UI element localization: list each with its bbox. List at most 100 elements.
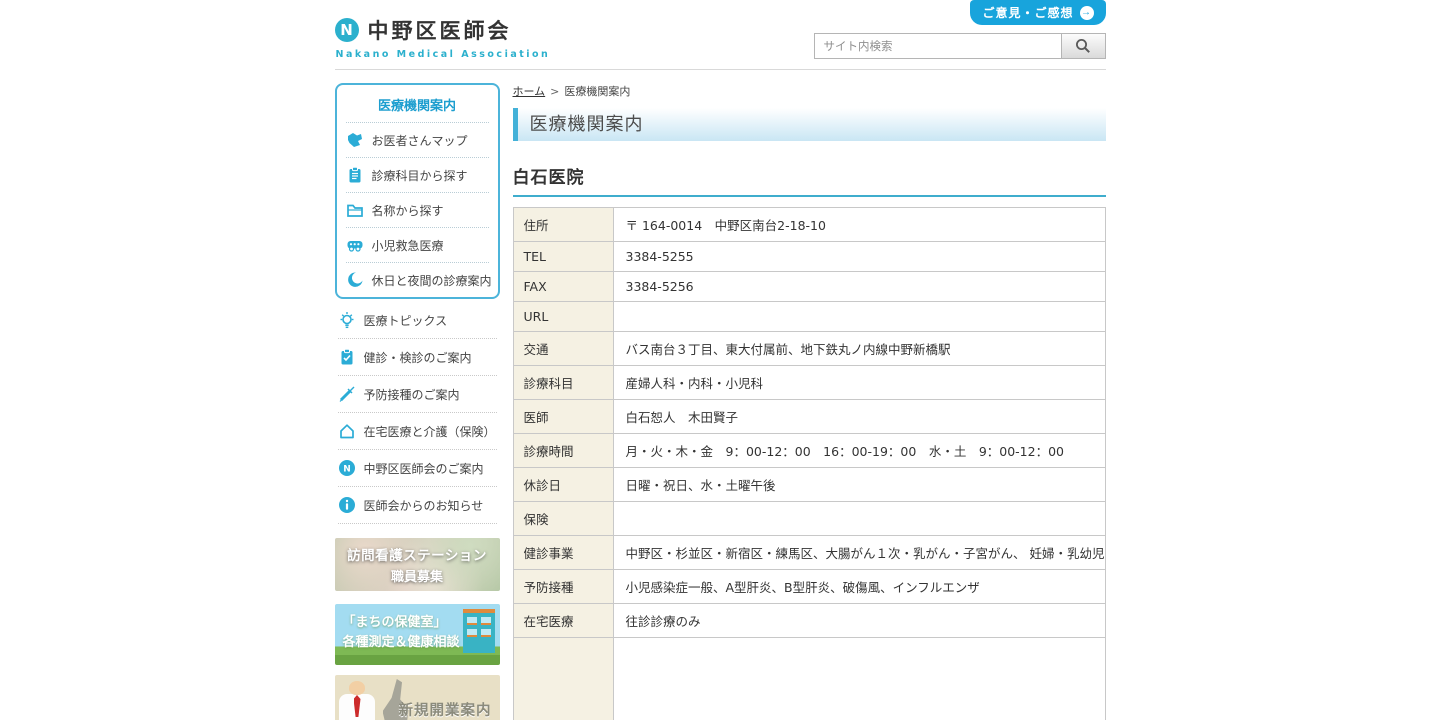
row-label: 在宅医療 [513, 604, 613, 638]
search-icon [1074, 37, 1092, 55]
banner-text: 職員募集 [391, 566, 443, 585]
sidebar-menu-header[interactable]: 医療機関案内 [346, 85, 489, 123]
doctor-illustration [349, 681, 365, 695]
table-row: 健診事業 中野区・杉並区・新宿区・練馬区、大腸がん１次・乳がん・子宮がん、 妊婦… [513, 536, 1105, 570]
main-content: ホーム>医療機関案内 医療機関案内 白石医院 住所 〒 164-0014 中野区… [513, 70, 1106, 720]
sidebar-item-health-checkup[interactable]: 健診・検診のご案内 [338, 339, 497, 376]
banner-visiting-nurse-recruiting[interactable]: 訪問看護ステーション 職員募集 [335, 538, 500, 591]
sidebar-item-label: 中野区医師会のご案内 [364, 460, 484, 477]
map-icon [346, 131, 364, 149]
syringe-icon [338, 385, 356, 403]
banner-new-practice-guide[interactable]: 新規開業案内 [335, 675, 500, 720]
page-title: 医療機関案内 [513, 108, 1106, 141]
row-value: 月・火・木・金 9：00-12：00 16：00-19：00 水・土 9：00-… [613, 434, 1105, 468]
row-label: TEL [513, 242, 613, 272]
banner-text: 各種測定＆健康相談 [343, 633, 460, 653]
table-row: 医師 白石恕人 木田賢子 [513, 400, 1105, 434]
table-row: 住所 〒 164-0014 中野区南台2-18-10 [513, 208, 1105, 242]
row-label: FAX [513, 272, 613, 302]
table-row [513, 638, 1105, 720]
table-row: FAX 3384-5256 [513, 272, 1105, 302]
row-label: 医師 [513, 400, 613, 434]
table-row: 予防接種 小児感染症一般、A型肝炎、B型肝炎、破傷風、インフルエンザ [513, 570, 1105, 604]
row-label: 保険 [513, 502, 613, 536]
table-row: 在宅医療 往診診療のみ [513, 604, 1105, 638]
sidebar-item-doctor-map[interactable]: お医者さんマップ [346, 123, 489, 158]
row-value [613, 302, 1105, 332]
row-label: 診療時間 [513, 434, 613, 468]
search-button[interactable] [1061, 34, 1105, 58]
row-label: 健診事業 [513, 536, 613, 570]
breadcrumb: ホーム > 医療機関案内 [513, 83, 1106, 99]
banner-text: 「まちの保健室」 [343, 613, 460, 633]
row-value: バス南台３丁目、東大付属前、地下鉄丸ノ内線中野新橋駅 [613, 332, 1105, 366]
folder-icon [346, 201, 364, 219]
lightbulb-icon [338, 311, 356, 329]
feedback-button[interactable]: ご意見・ご感想 → [970, 0, 1105, 25]
sidebar-item-association-news[interactable]: 医師会からのお知らせ [338, 487, 497, 524]
info-icon [338, 496, 356, 514]
row-value: 小児感染症一般、A型肝炎、B型肝炎、破傷風、インフルエンザ [613, 570, 1105, 604]
row-value: 白石恕人 木田賢子 [613, 400, 1105, 434]
sidebar-item-label: お医者さんマップ [372, 132, 468, 149]
row-label: 休診日 [513, 468, 613, 502]
breadcrumb-current: 医療機関案内 [564, 85, 630, 98]
sidebar-item-search-by-department[interactable]: 診療科目から探す [346, 158, 489, 193]
sidebar-item-label: 予防接種のご案内 [364, 386, 460, 403]
row-value: 3384-5256 [613, 272, 1105, 302]
table-row: TEL 3384-5255 [513, 242, 1105, 272]
table-row: 保険 [513, 502, 1105, 536]
sidebar-item-label: 医療トピックス [364, 312, 448, 329]
sidebar-item-pediatric-emergency[interactable]: 小児救急医療 [346, 228, 489, 263]
row-label [513, 638, 613, 720]
table-row: URL [513, 302, 1105, 332]
sidebar-item-label: 診療科目から探す [372, 167, 468, 184]
site-subtitle: Nakano Medical Association [336, 49, 551, 60]
logo-n-icon: N [335, 18, 359, 42]
search-input[interactable] [815, 34, 1061, 58]
building-illustration [463, 609, 495, 653]
row-value [613, 638, 1105, 720]
association-logo-icon: N [338, 459, 356, 477]
sidebar-item-home-care[interactable]: 在宅医療と介護（保険） [338, 413, 497, 450]
sidebar-item-medical-topics[interactable]: 医療トピックス [338, 302, 497, 339]
feedback-button-label: ご意見・ご感想 [982, 4, 1073, 21]
row-value: 往診診療のみ [613, 604, 1105, 638]
sidebar-item-search-by-name[interactable]: 名称から探す [346, 193, 489, 228]
sidebar-item-label: 医師会からのお知らせ [364, 497, 484, 514]
row-label: 診療科目 [513, 366, 613, 400]
row-value: 〒 164-0014 中野区南台2-18-10 [613, 208, 1105, 242]
table-row: 診療時間 月・火・木・金 9：00-12：00 16：00-19：00 水・土 … [513, 434, 1105, 468]
clipboard-check-icon [338, 348, 356, 366]
arrow-right-icon: → [1080, 6, 1094, 20]
sidebar-item-association-guide[interactable]: N 中野区医師会のご案内 [338, 450, 497, 487]
site-search [814, 33, 1106, 59]
row-value: 産婦人科・内科・小児科 [613, 366, 1105, 400]
row-label: 住所 [513, 208, 613, 242]
site-title: 中野区医師会 [368, 15, 512, 45]
row-label: 予防接種 [513, 570, 613, 604]
sidebar-item-holiday-night-care[interactable]: 休日と夜間の診療案内 [346, 263, 489, 297]
row-value [613, 502, 1105, 536]
sidebar-item-vaccination[interactable]: 予防接種のご案内 [338, 376, 497, 413]
site-logo[interactable]: N 中野区医師会 Nakano Medical Association [335, 15, 551, 60]
svg-text:N: N [343, 465, 351, 475]
sidebar-item-label: 健診・検診のご案内 [364, 349, 472, 366]
banner-town-health-room[interactable]: 「まちの保健室」 各種測定＆健康相談 [335, 604, 500, 665]
sidebar-menu-group: 医療機関案内 お医者さんマップ [335, 83, 500, 299]
sidebar: 医療機関案内 お医者さんマップ [335, 83, 500, 720]
breadcrumb-home-link[interactable]: ホーム [513, 85, 546, 98]
sidebar-item-label: 名称から探す [372, 202, 444, 219]
banner-text: 新規開業案内 [399, 699, 492, 720]
row-label: URL [513, 302, 613, 332]
table-row: 診療科目 産婦人科・内科・小児科 [513, 366, 1105, 400]
row-value: 中野区・杉並区・新宿区・練馬区、大腸がん１次・乳がん・子宮がん、 妊婦・乳幼児 [613, 536, 1105, 570]
table-row: 休診日 日曜・祝日、水・土曜午後 [513, 468, 1105, 502]
table-row: 交通 バス南台３丁目、東大付属前、地下鉄丸ノ内線中野新橋駅 [513, 332, 1105, 366]
row-value: 3384-5255 [613, 242, 1105, 272]
sidebar-item-label: 在宅医療と介護（保険） [364, 423, 496, 440]
breadcrumb-separator: > [550, 85, 559, 98]
ambulance-icon [346, 236, 364, 254]
clinic-info-table: 住所 〒 164-0014 中野区南台2-18-10 TEL 3384-5255… [513, 207, 1106, 720]
row-label: 交通 [513, 332, 613, 366]
